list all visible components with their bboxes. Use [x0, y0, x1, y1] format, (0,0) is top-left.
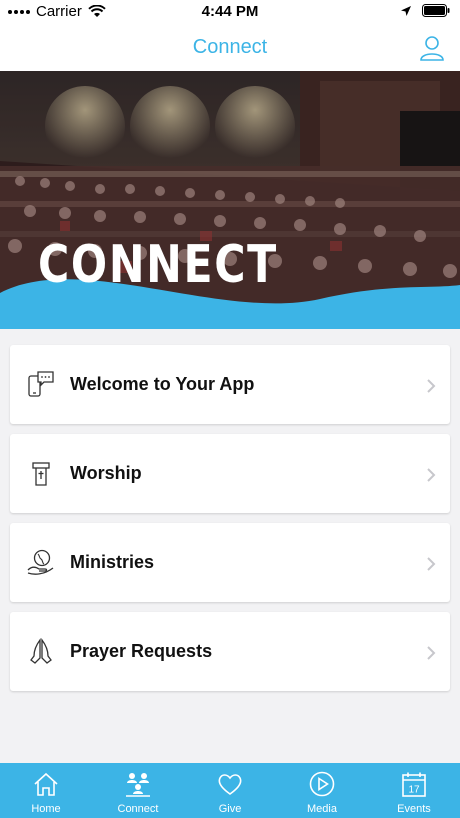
tab-bar: Home Connect Give Media 17 Events [0, 763, 460, 818]
tab-connect[interactable]: Connect [92, 763, 184, 818]
hero-banner: CONNECT [0, 71, 460, 329]
globe-hand-icon [27, 549, 54, 575]
tab-label: Connect [117, 803, 159, 815]
heart-icon [218, 774, 242, 795]
chevron-right-icon [427, 646, 436, 660]
home-icon [34, 772, 58, 796]
status-bar: Carrier 4:44 PM [0, 0, 460, 24]
tab-label: Events [397, 803, 431, 815]
chevron-right-icon [427, 379, 436, 393]
hero-title: CONNECT [38, 235, 278, 295]
location-arrow-icon [401, 5, 411, 16]
tab-media[interactable]: Media [276, 763, 368, 818]
list-item-label: Welcome to Your App [70, 374, 255, 394]
pulpit-icon [32, 462, 50, 486]
connect-menu-list: Welcome to Your App Worship Ministries P… [10, 345, 450, 701]
list-item-label: Ministries [70, 552, 155, 572]
list-item-welcome[interactable]: Welcome to Your App [10, 345, 450, 424]
list-item-ministries[interactable]: Ministries [10, 523, 450, 602]
chevron-right-icon [427, 468, 436, 482]
tab-label: Give [218, 803, 242, 815]
user-icon[interactable] [418, 34, 446, 62]
chevron-right-icon [427, 557, 436, 571]
list-item-label: Worship [70, 463, 142, 483]
page-title: Connect [192, 36, 268, 58]
phone-chat-icon [28, 371, 54, 397]
list-item-label: Prayer Requests [70, 641, 213, 661]
tab-give[interactable]: Give [184, 763, 276, 818]
people-icon [126, 773, 150, 797]
tab-home[interactable]: Home [0, 763, 92, 818]
calendar-icon: 17 [402, 772, 426, 797]
tab-events[interactable]: 17 Events [368, 763, 460, 818]
battery-icon [422, 4, 450, 17]
praying-hands-icon [30, 638, 52, 664]
navigation-bar: Connect [0, 24, 460, 71]
tab-label: Media [307, 803, 337, 815]
list-item-prayer-requests[interactable]: Prayer Requests [10, 612, 450, 691]
calendar-date: 17 [408, 785, 420, 796]
tab-label: Home [31, 803, 61, 815]
list-item-worship[interactable]: Worship [10, 434, 450, 513]
play-icon [309, 771, 335, 797]
status-time: 4:44 PM [201, 3, 259, 20]
